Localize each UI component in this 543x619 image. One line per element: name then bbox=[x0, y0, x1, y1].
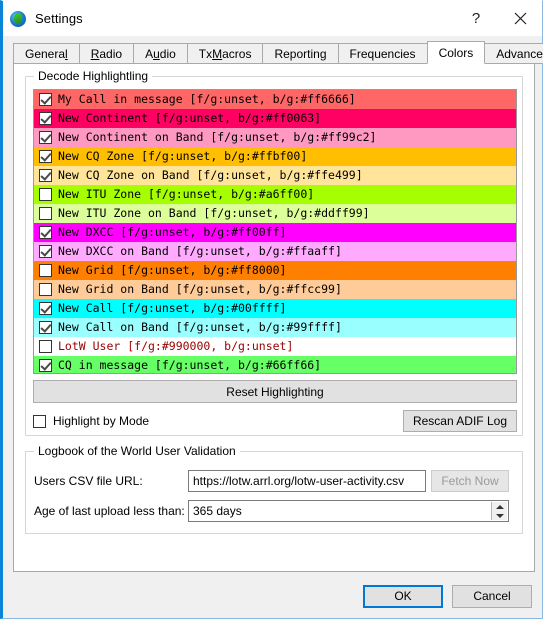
highlight-rule-checkbox[interactable] bbox=[39, 283, 52, 296]
highlight-rule-checkbox[interactable] bbox=[39, 93, 52, 106]
highlight-rule-row[interactable]: New Grid [f/g:unset, b/g:#ff8000] bbox=[34, 261, 516, 280]
title-bar-buttons: ? bbox=[454, 1, 542, 36]
highlight-rule-checkbox[interactable] bbox=[39, 321, 52, 334]
highlight-rule-checkbox[interactable] bbox=[39, 226, 52, 239]
highlight-rule-row[interactable]: CQ in message [f/g:unset, b/g:#66ff66] bbox=[34, 356, 516, 373]
highlight-rule-row[interactable]: New ITU Zone on Band [f/g:unset, b/g:#dd… bbox=[34, 204, 516, 223]
users-csv-url-row: Users CSV file URL: https://lotw.arrl.or… bbox=[34, 470, 514, 492]
highlight-rule-label: New CQ Zone [f/g:unset, b/g:#ffbf00] bbox=[58, 149, 308, 163]
colors-tab-page: Decode Highlightling My Call in message … bbox=[13, 63, 535, 572]
age-of-last-upload-label: Age of last upload less than: bbox=[34, 504, 185, 518]
settings-tabs: Genera l Radio Au dio Tx Macros Reportin g Frequ… bbox=[13, 41, 543, 64]
highlight-rule-checkbox[interactable] bbox=[39, 359, 52, 372]
highlight-rule-label: LotW User [f/g:#990000, b/g:unset] bbox=[58, 339, 294, 353]
highlight-rule-checkbox[interactable] bbox=[39, 302, 52, 315]
highlight-rule-row[interactable]: New CQ Zone [f/g:unset, b/g:#ffbf00] bbox=[34, 147, 516, 166]
highlight-rule-checkbox[interactable] bbox=[39, 150, 52, 163]
highlight-by-mode-row: Highlight by Mode Rescan ADIF Log bbox=[33, 410, 517, 432]
highlight-rule-checkbox[interactable] bbox=[39, 264, 52, 277]
highlight-rule-label: New Call [f/g:unset, b/g:#00ffff] bbox=[58, 301, 287, 315]
highlight-rule-row[interactable]: New Continent on Band [f/g:unset, b/g:#f… bbox=[34, 128, 516, 147]
users-csv-url-input[interactable]: https://lotw.arrl.org/lotw-user-activity… bbox=[188, 470, 426, 492]
highlight-rule-row[interactable]: New CQ Zone on Band [f/g:unset, b/g:#ffe… bbox=[34, 166, 516, 185]
highlight-rule-checkbox[interactable] bbox=[39, 245, 52, 258]
highlight-rule-row[interactable]: My Call in message [f/g:unset, b/g:#ff66… bbox=[34, 90, 516, 109]
globe-icon bbox=[10, 10, 26, 27]
cancel-button[interactable]: Cancel bbox=[452, 584, 532, 608]
highlight-rule-label: New Grid [f/g:unset, b/g:#ff8000] bbox=[58, 263, 287, 277]
highlight-rule-checkbox[interactable] bbox=[39, 131, 52, 144]
highlight-rule-label: New Grid on Band [f/g:unset, b/g:#ffcc99… bbox=[58, 282, 342, 296]
users-csv-url-label: Users CSV file URL: bbox=[34, 474, 143, 488]
lotw-user-validation-group: Logbook of the World User Validation Use… bbox=[25, 444, 523, 534]
highlight-rule-row[interactable]: New Call on Band [f/g:unset, b/g:#99ffff… bbox=[34, 318, 516, 337]
tab-audio[interactable]: Au dio bbox=[133, 43, 188, 64]
dialog-footer: OK Cancel bbox=[3, 574, 542, 618]
highlight-rule-checkbox[interactable] bbox=[39, 112, 52, 125]
age-of-last-upload-row: Age of last upload less than: 365 days bbox=[34, 500, 514, 522]
spinner-down-icon[interactable] bbox=[492, 511, 507, 520]
highlight-rule-label: My Call in message [f/g:unset, b/g:#ff66… bbox=[58, 92, 356, 106]
decode-highlighting-group: Decode Highlightling My Call in message … bbox=[25, 69, 523, 436]
tab-colors[interactable]: Colors bbox=[426, 41, 486, 64]
highlight-by-mode-checkbox[interactable] bbox=[33, 414, 46, 428]
window-title: Settings bbox=[35, 11, 83, 26]
tab-frequencies[interactable]: Frequencies bbox=[337, 43, 428, 64]
highlight-rule-label: New ITU Zone [f/g:unset, b/g:#a6ff00] bbox=[58, 187, 315, 201]
highlight-rule-checkbox[interactable] bbox=[39, 207, 52, 220]
rescan-adif-log-button[interactable]: Rescan ADIF Log bbox=[402, 410, 517, 432]
age-value-text: 365 days bbox=[193, 504, 242, 518]
highlight-rule-label: New DXCC [f/g:unset, b/g:#ff00ff] bbox=[58, 225, 287, 239]
help-button[interactable]: ? bbox=[454, 2, 498, 36]
highlight-rule-row[interactable]: LotW User [f/g:#990000, b/g:unset] bbox=[34, 337, 516, 356]
highlight-rules-list[interactable]: My Call in message [f/g:unset, b/g:#ff66… bbox=[33, 89, 517, 374]
highlight-rule-label: New CQ Zone on Band [f/g:unset, b/g:#ffe… bbox=[58, 168, 363, 182]
settings-dialog: Settings ? Genera l Radio Au dio Tx Macros Rep… bbox=[0, 0, 543, 619]
highlight-rule-row[interactable]: New DXCC on Band [f/g:unset, b/g:#ffaaff… bbox=[34, 242, 516, 261]
reset-highlighting-button[interactable]: Reset Highlighting bbox=[33, 380, 517, 403]
highlight-rule-checkbox[interactable] bbox=[39, 188, 52, 201]
highlight-rule-label: New Continent [f/g:unset, b/g:#ff0063] bbox=[58, 111, 322, 125]
tab-tx-macros[interactable]: Tx Macros bbox=[186, 43, 264, 64]
spinner-up-icon[interactable] bbox=[492, 502, 507, 511]
close-icon[interactable] bbox=[498, 2, 542, 36]
highlight-by-mode-label: Highlight by Mode bbox=[53, 414, 150, 428]
fetch-now-button[interactable]: Fetch Now bbox=[431, 470, 509, 492]
highlight-rule-label: New Call on Band [f/g:unset, b/g:#99ffff… bbox=[58, 320, 342, 334]
lotw-group-title: Logbook of the World User Validation bbox=[34, 444, 240, 458]
highlight-rule-label: New DXCC on Band [f/g:unset, b/g:#ffaaff… bbox=[58, 244, 342, 258]
highlight-rule-row[interactable]: New DXCC [f/g:unset, b/g:#ff00ff] bbox=[34, 223, 516, 242]
title-bar: Settings ? bbox=[3, 1, 542, 36]
tab-reporting[interactable]: Reportin g bbox=[262, 43, 339, 64]
highlight-rule-checkbox[interactable] bbox=[39, 340, 52, 353]
age-of-last-upload-input[interactable]: 365 days bbox=[188, 500, 509, 522]
highlight-rule-checkbox[interactable] bbox=[39, 169, 52, 182]
ok-button[interactable]: OK bbox=[363, 584, 443, 608]
tab-general[interactable]: Genera l bbox=[13, 43, 80, 64]
highlight-rule-label: New ITU Zone on Band [f/g:unset, b/g:#dd… bbox=[58, 206, 370, 220]
highlight-rule-row[interactable]: New Call [f/g:unset, b/g:#00ffff] bbox=[34, 299, 516, 318]
highlight-rule-row[interactable]: New Grid on Band [f/g:unset, b/g:#ffcc99… bbox=[34, 280, 516, 299]
highlight-rule-label: CQ in message [f/g:unset, b/g:#66ff66] bbox=[58, 358, 322, 372]
tab-advanced[interactable]: Advanced bbox=[484, 43, 543, 64]
highlight-rule-row[interactable]: New ITU Zone [f/g:unset, b/g:#a6ff00] bbox=[34, 185, 516, 204]
age-spinner[interactable] bbox=[491, 502, 507, 520]
decode-highlighting-title: Decode Highlightling bbox=[34, 69, 153, 83]
highlight-rule-row[interactable]: New Continent [f/g:unset, b/g:#ff0063] bbox=[34, 109, 516, 128]
highlight-rule-label: New Continent on Band [f/g:unset, b/g:#f… bbox=[58, 130, 377, 144]
tab-radio[interactable]: Radio bbox=[78, 43, 135, 64]
